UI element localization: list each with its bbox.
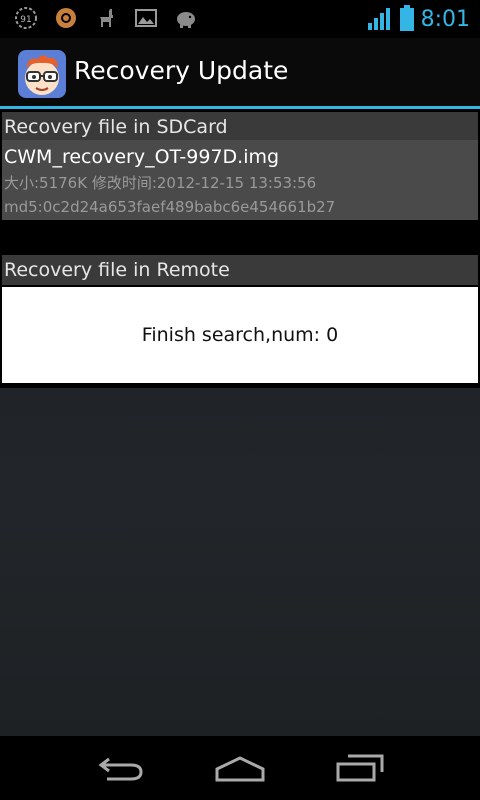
home-icon[interactable] (210, 750, 270, 786)
piggy-bank-icon (174, 6, 198, 30)
back-icon[interactable] (90, 750, 150, 786)
remote-status-panel: Finish search,num: 0 (2, 287, 478, 383)
clock: 8:01 (420, 7, 470, 32)
file-meta: 大小:5176K 修改时间:2012-12-15 13:53:56 (4, 174, 317, 192)
glasses-face-icon[interactable] (18, 50, 66, 98)
circle-app-icon (54, 6, 78, 30)
list-item[interactable]: CWM_recovery_OT-997D.img 大小:5176K 修改时间:2… (2, 140, 478, 220)
battery-icon (399, 4, 415, 36)
file-md5: md5:0c2d24a653faef489babc6e454661b27 (4, 198, 336, 216)
file-name: CWM_recovery_OT-997D.img (4, 146, 280, 168)
91-icon: 91 (14, 6, 38, 30)
notification-icons: 91 (14, 6, 198, 30)
sdcard-section: Recovery file in SDCard CWM_recovery_OT-… (0, 109, 480, 388)
image-icon (134, 6, 158, 30)
status-bar: 91 8:01 (0, 0, 480, 38)
llama-icon (94, 6, 118, 30)
content-area: Recovery file in SDCard CWM_recovery_OT-… (0, 109, 480, 736)
sdcard-section-header: Recovery file in SDCard (2, 112, 478, 142)
remote-section-header: Recovery file in Remote (2, 255, 478, 285)
action-bar: Recovery Update (0, 38, 480, 109)
signal-icon (367, 5, 393, 35)
navigation-bar (0, 736, 480, 800)
svg-text:91: 91 (20, 15, 31, 25)
recents-icon[interactable] (330, 750, 390, 786)
remote-status-text: Finish search,num: 0 (141, 324, 339, 346)
app-title: Recovery Update (74, 56, 289, 85)
status-right: 8:01 (367, 4, 470, 36)
